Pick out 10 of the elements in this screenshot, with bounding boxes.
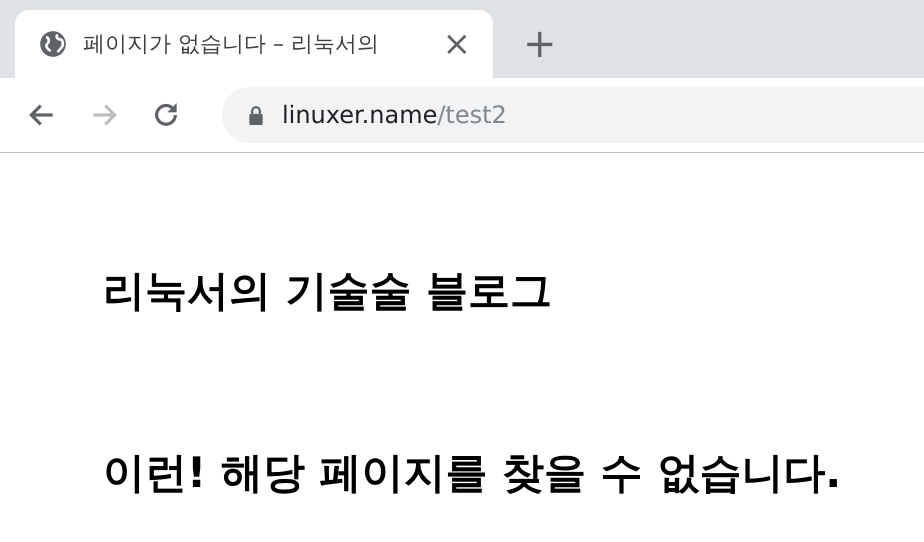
tab-title: 페이지가 없습니다 – 리눅서의 <box>83 31 380 59</box>
new-tab-button[interactable]: + <box>523 24 557 64</box>
blog-title: 리눅서의 기술술 블로그 <box>103 265 554 317</box>
close-tab-button[interactable]: × <box>442 27 471 61</box>
error-message: 이런! 해당 페이지를 찾을 수 없습니다. <box>103 447 842 499</box>
address-bar[interactable]: linuxer.name/test2 <box>222 87 924 143</box>
browser-tab[interactable]: 페이지가 없습니다 – 리눅서의 × <box>15 10 493 78</box>
lock-icon <box>248 105 264 125</box>
url-text: linuxer.name/test2 <box>282 101 507 129</box>
globe-icon <box>39 30 67 58</box>
